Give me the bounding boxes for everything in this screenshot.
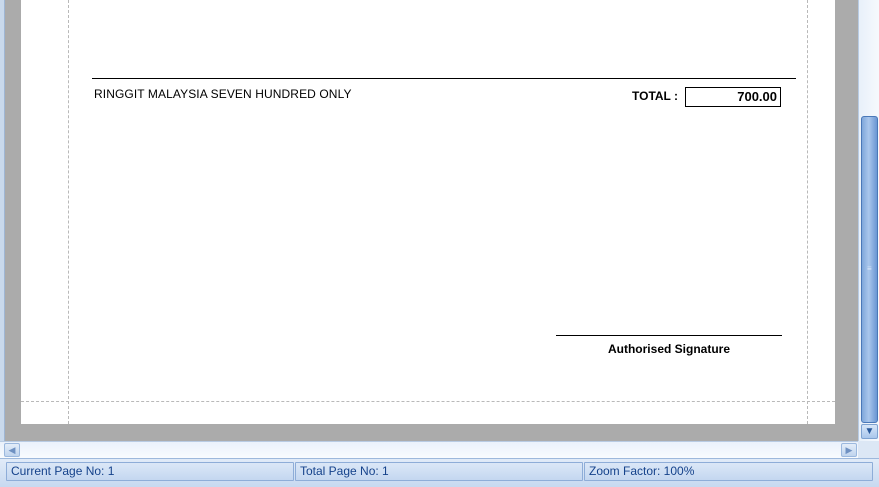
chevron-down-icon: ▼ xyxy=(864,426,875,437)
amount-in-words: RINGGIT MALAYSIA SEVEN HUNDRED ONLY xyxy=(94,87,352,101)
page-margin-left xyxy=(68,0,69,424)
report-preview-area[interactable]: RINGGIT MALAYSIA SEVEN HUNDRED ONLY TOTA… xyxy=(0,0,858,441)
status-total-page: Total Page No: 1 xyxy=(295,462,583,481)
scroll-right-button[interactable]: ▶ xyxy=(841,443,857,457)
horizontal-scrollbar[interactable]: ◀ ▶ xyxy=(0,441,858,458)
total-separator-line xyxy=(92,78,796,79)
scroll-left-button[interactable]: ◀ xyxy=(4,443,20,457)
report-page: RINGGIT MALAYSIA SEVEN HUNDRED ONLY TOTA… xyxy=(21,0,835,424)
status-zoom-factor: Zoom Factor: 100% xyxy=(584,462,873,481)
vertical-scroll-thumb[interactable]: ≡ xyxy=(861,116,878,423)
chevron-left-icon: ◀ xyxy=(8,445,16,455)
status-bar: Current Page No: 1 Total Page No: 1 Zoom… xyxy=(0,458,879,487)
status-current-page: Current Page No: 1 xyxy=(6,462,294,481)
scrollbar-corner xyxy=(858,441,879,458)
chevron-right-icon: ▶ xyxy=(845,445,853,455)
total-label: TOTAL : xyxy=(632,89,678,103)
scroll-down-button[interactable]: ▼ xyxy=(861,424,878,439)
signature-label: Authorised Signature xyxy=(607,342,730,356)
page-margin-right xyxy=(807,0,808,424)
total-value: 700.00 xyxy=(685,87,781,107)
scroll-grip-icon: ≡ xyxy=(867,264,872,273)
preview-left-edge xyxy=(0,0,5,441)
signature-line xyxy=(556,335,782,336)
vertical-scrollbar[interactable]: ≡ ▼ xyxy=(858,0,879,441)
page-margin-bottom xyxy=(21,401,835,402)
